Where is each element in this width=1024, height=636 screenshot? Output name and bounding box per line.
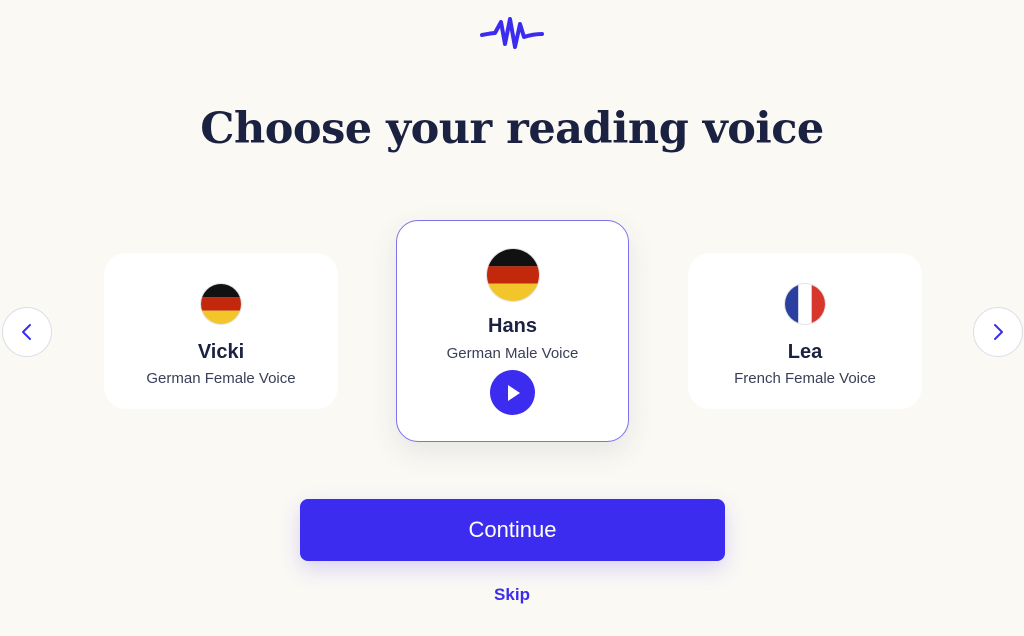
play-sample-button[interactable] [490,370,535,415]
previous-voice-button[interactable] [2,307,52,357]
voice-card-vicki[interactable]: Vicki German Female Voice [104,253,338,409]
voice-name: Vicki [197,341,245,363]
voice-card-hans[interactable]: Hans German Male Voice [396,220,629,442]
continue-button[interactable]: Continue [300,499,725,561]
germany-flag-icon [487,249,539,301]
chevron-right-icon [994,324,1003,340]
next-voice-button[interactable] [973,307,1023,357]
voice-description: German Male Voice [446,345,579,362]
page-title: Choose your reading voice [200,104,824,154]
voice-description: French Female Voice [734,370,876,387]
france-flag-icon [785,284,825,324]
voice-name: Hans [488,315,537,337]
chevron-left-icon [22,324,31,340]
voice-name: Lea [787,341,823,363]
voice-card-lea[interactable]: Lea French Female Voice [688,253,922,409]
germany-flag-icon [201,284,241,324]
skip-link[interactable]: Skip [0,585,1024,605]
waveform-icon [480,17,544,49]
voice-description: German Female Voice [146,370,296,387]
play-icon [507,384,520,401]
